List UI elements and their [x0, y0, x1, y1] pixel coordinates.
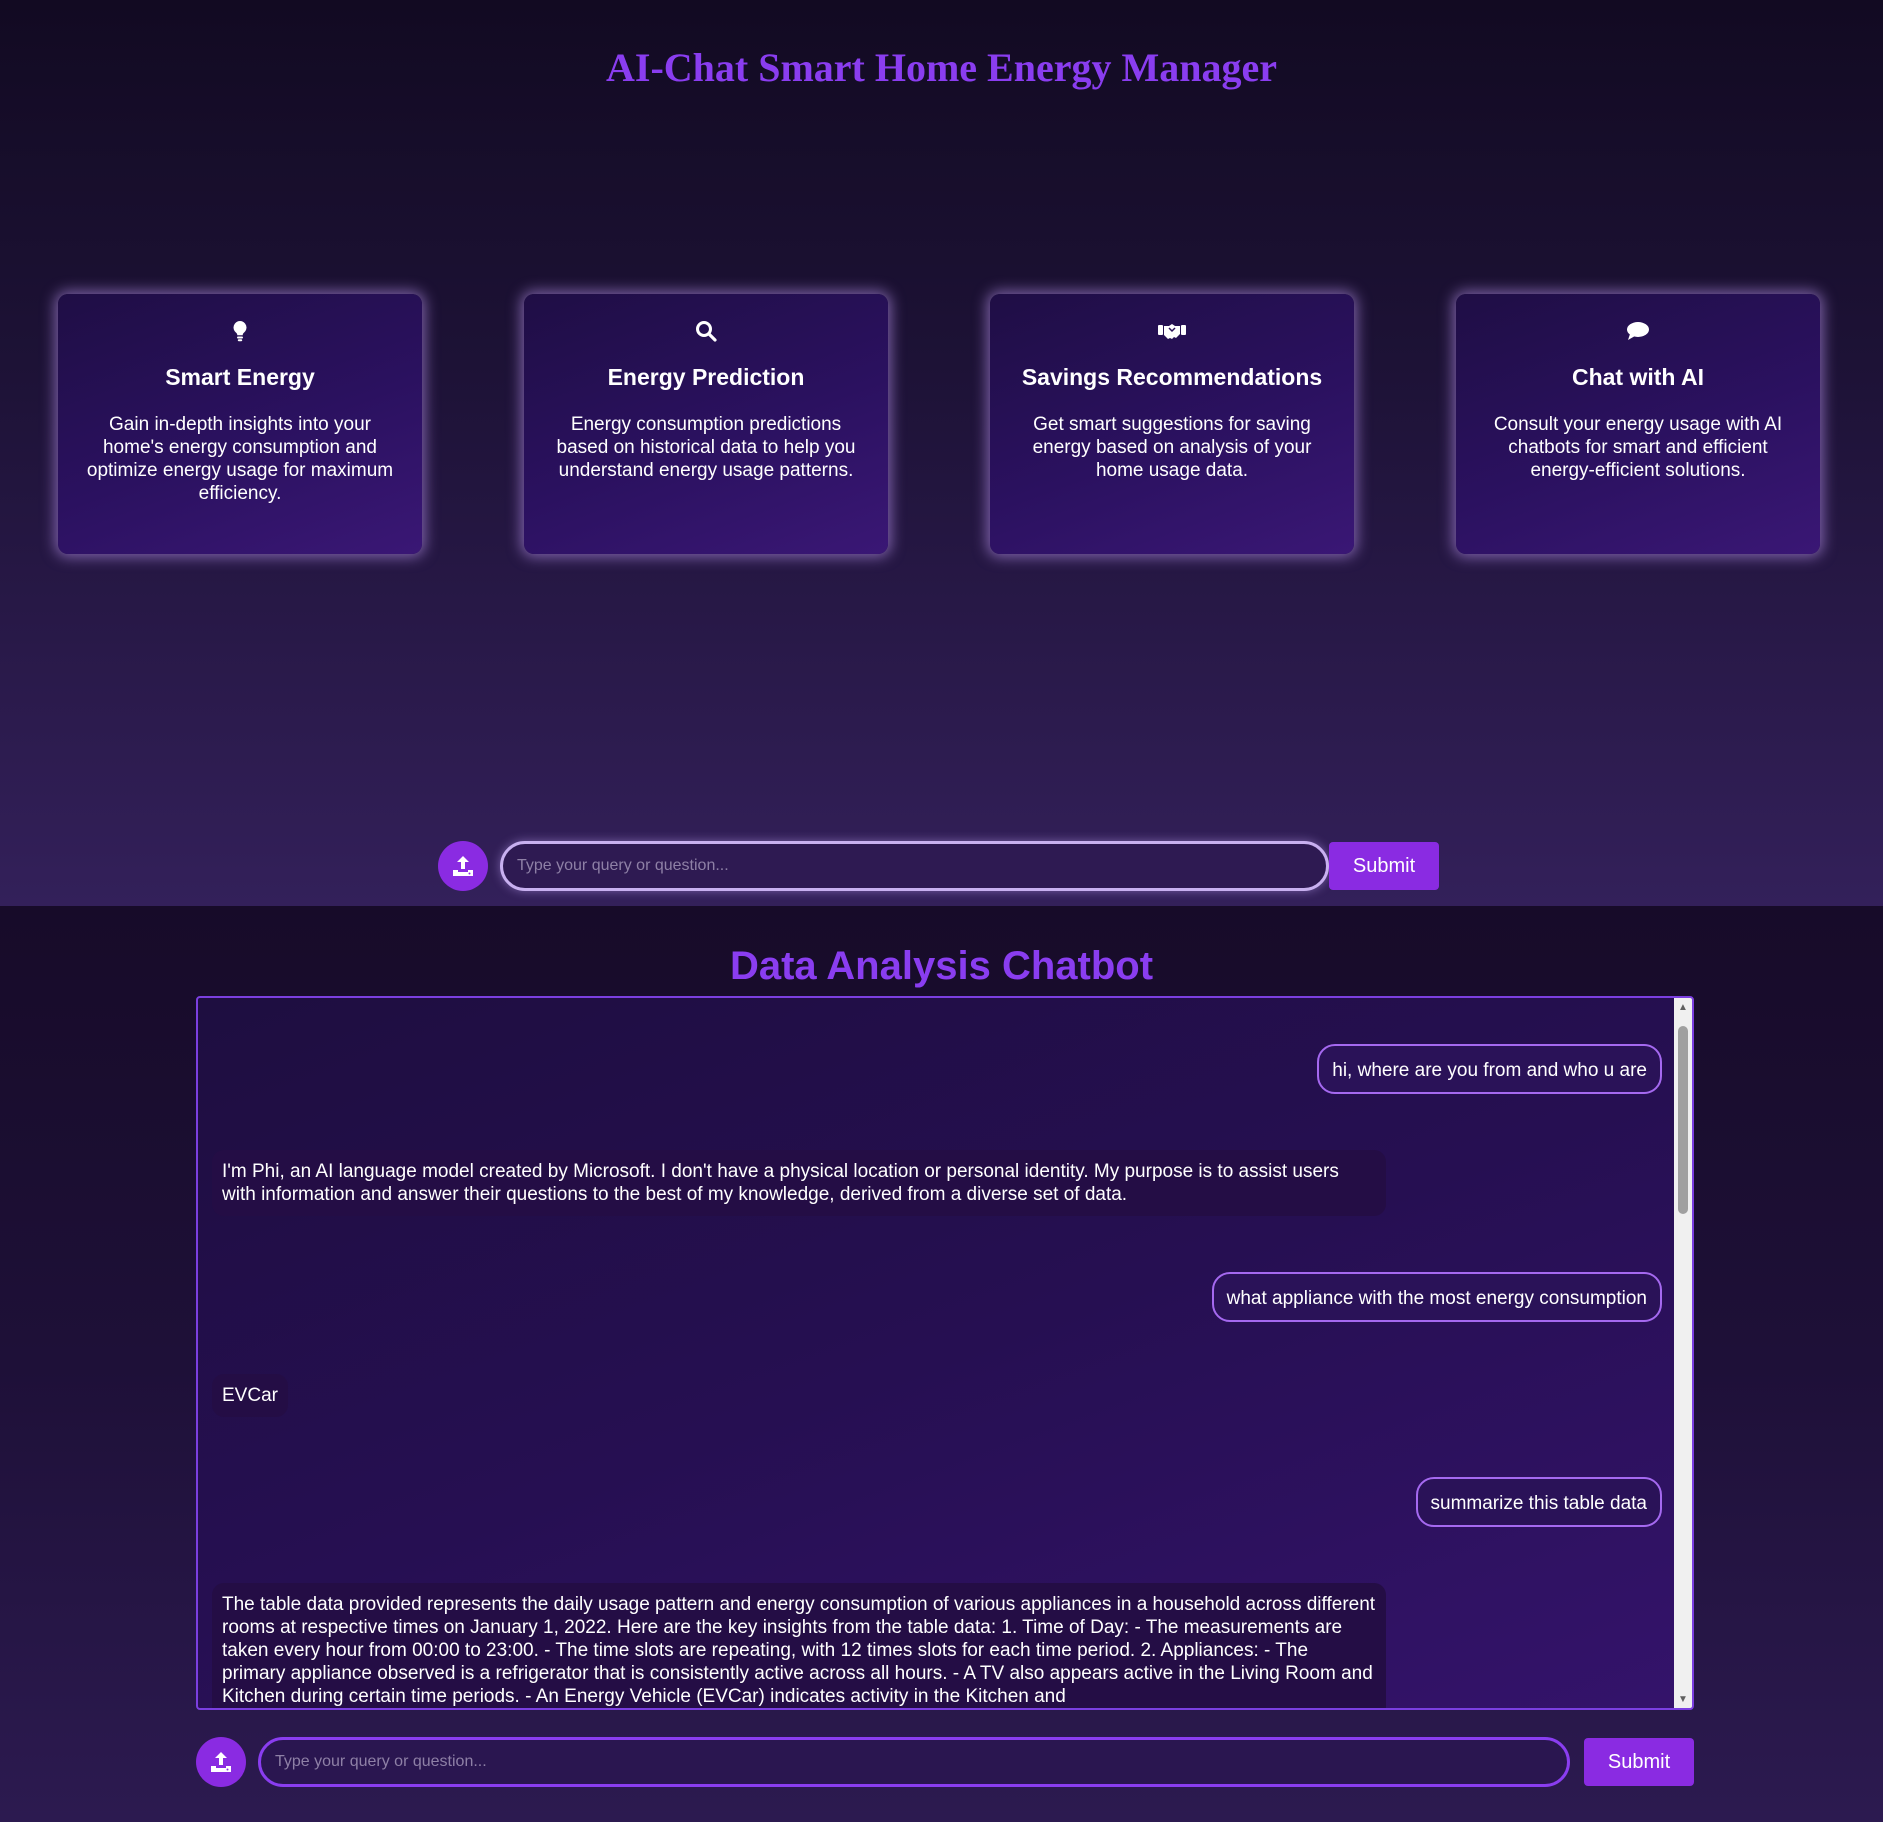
feature-card-chat-with-ai: Chat with AI Consult your energy usage w… — [1456, 294, 1820, 554]
chatbot-section: Data Analysis Chatbot hi, where are you … — [0, 906, 1883, 1822]
card-description: Consult your energy usage with AI chatbo… — [1493, 414, 1783, 481]
chat-bubble-icon — [1484, 318, 1792, 344]
bot-message: I'm Phi, an AI language model created by… — [212, 1150, 1386, 1216]
card-title: Smart Energy — [165, 364, 315, 390]
scroll-down-arrow-icon[interactable]: ▼ — [1674, 1690, 1692, 1708]
hero-query-bar: Submit — [438, 840, 1440, 892]
scroll-thumb[interactable] — [1678, 1026, 1688, 1214]
user-message: hi, where are you from and who u are — [1317, 1044, 1662, 1094]
submit-button[interactable]: Submit — [1329, 842, 1439, 890]
chatbot-title: Data Analysis Chatbot — [729, 944, 1154, 988]
handshake-icon — [1018, 318, 1326, 344]
lightbulb-icon — [86, 318, 394, 344]
page-title: AI-Chat Smart Home Energy Manager — [606, 45, 1277, 90]
feature-card-energy-prediction: Energy Prediction Energy consumption pre… — [524, 294, 888, 554]
search-icon — [552, 318, 860, 344]
upload-button[interactable] — [196, 1737, 246, 1787]
card-description: Gain in-depth insights into your home's … — [86, 414, 394, 504]
user-message: what appliance with the most energy cons… — [1211, 1272, 1662, 1322]
scroll-up-arrow-icon[interactable]: ▲ — [1674, 998, 1692, 1016]
upload-icon — [450, 853, 476, 879]
upload-icon — [208, 1749, 234, 1775]
upload-button[interactable] — [438, 841, 488, 891]
submit-button[interactable]: Submit — [1584, 1738, 1694, 1786]
bot-message: EVCar — [212, 1374, 288, 1417]
user-message: summarize this table data — [1415, 1477, 1662, 1527]
feature-card-smart-energy: Smart Energy Gain in-depth insights into… — [58, 294, 422, 554]
query-input[interactable] — [500, 841, 1329, 891]
chat-scrollbar[interactable]: ▲ ▼ — [1674, 998, 1692, 1708]
chat-query-bar: Submit — [196, 1736, 1694, 1788]
card-title: Energy Prediction — [607, 364, 805, 390]
query-input[interactable] — [258, 1737, 1570, 1787]
chat-messages-panel[interactable]: hi, where are you from and who u are I'm… — [196, 996, 1694, 1710]
card-description: Energy consumption predictions based on … — [556, 414, 856, 481]
feature-card-savings-recommendations: Savings Recommendations Get smart sugges… — [990, 294, 1354, 554]
hero-section: AI-Chat Smart Home Energy Manager Smart … — [0, 0, 1883, 906]
card-title: Chat with AI — [1571, 364, 1705, 390]
card-description: Get smart suggestions for saving energy … — [1032, 414, 1312, 481]
card-title: Savings Recommendations — [1021, 364, 1323, 390]
bot-message: The table data provided represents the d… — [212, 1583, 1386, 1708]
